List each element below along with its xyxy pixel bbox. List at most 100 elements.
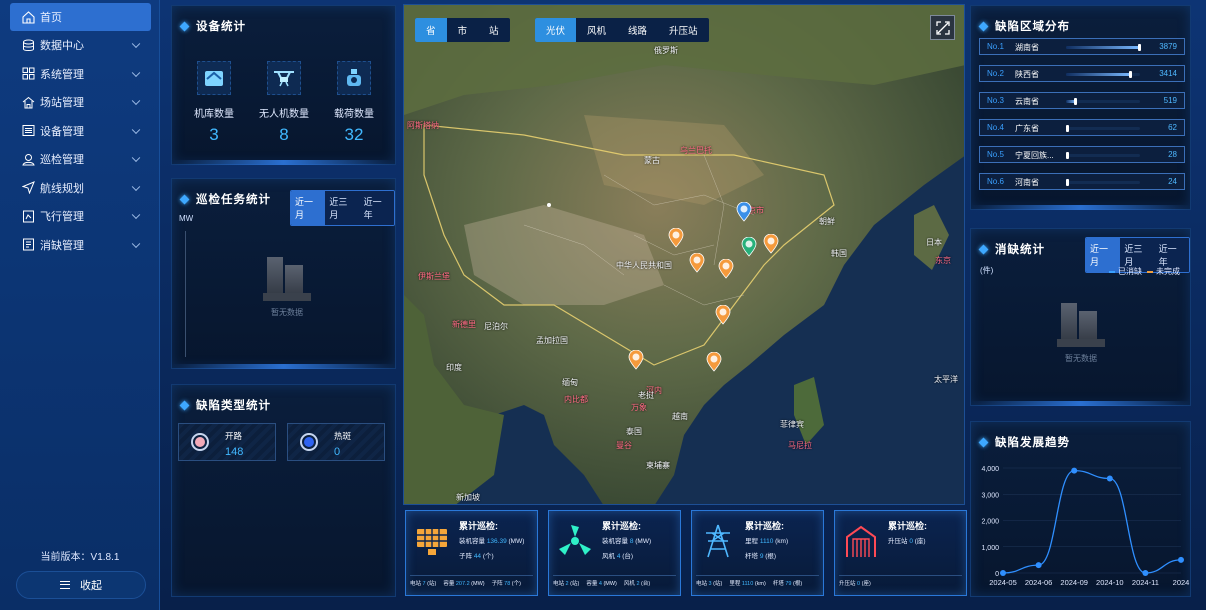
chevron-down-icon [131,210,141,220]
map-place-label: 新加坡 [456,493,480,502]
panel-divider [172,364,395,369]
y-tick-label: 4,000 [981,466,999,473]
trend-point[interactable] [1178,556,1184,563]
defect-type-open-circuit[interactable]: 开路 148 [178,423,276,461]
tab-line[interactable]: 线路 [617,18,658,42]
card-title: 累计巡检: [459,521,498,531]
sidebar-item-7[interactable]: 飞行管理 [0,202,159,231]
range-month-button[interactable]: 近一月 [291,191,326,225]
defect-type-hotspot[interactable]: 热斑 0 [287,423,385,461]
sidebar-item-2[interactable]: 系统管理 [0,60,159,89]
trend-point[interactable] [1000,570,1006,576]
region-row[interactable]: No.5 宁夏回族... 28 [979,146,1185,163]
collapse-button[interactable]: 收起 [16,571,146,599]
region-value: 62 [1168,123,1177,132]
station-marker-pin-icon[interactable] [763,233,779,254]
map-place-label: 新德里 [452,320,476,329]
payload-count-value: 32 [344,125,364,144]
y-tick-label: 0 [995,571,999,578]
sidebar-item-label: 巡检管理 [40,154,84,167]
region-progress-bar [1066,71,1140,78]
tab-wind[interactable]: 风机 [576,18,617,42]
station-marker-pin-icon[interactable] [715,304,731,325]
region-row[interactable]: No.2 陕西省 3414 [979,65,1185,82]
sidebar-item-0[interactable]: 首页 [10,3,151,31]
chevron-down-icon [131,96,141,106]
trend-point[interactable] [1106,475,1113,482]
map-place-label: 菲律宾 [780,420,804,429]
map-place-label: 柬埔寨 [646,461,670,470]
y-tick-label: 3,000 [981,492,999,499]
region-row[interactable]: No.4 广东省 62 [979,119,1185,136]
region-rank: No.5 [987,150,1004,159]
legend-eliminated: 已消缺 [1109,266,1142,277]
sidebar-item-3[interactable]: 场站管理 [0,88,159,117]
chevron-down-icon [131,68,141,77]
sidebar: 首页 数据中心 系统管理 场站管理 设备管理 巡检管理 航线规划 飞行管理 消缺管理 当前版本：… [0,0,160,610]
station-marker-pin-icon[interactable] [741,236,757,257]
panel-title: 缺陷区域分布 [978,18,1070,34]
fullscreen-button[interactable] [930,15,955,40]
region-row[interactable]: No.1 湖南省 3879 [979,38,1185,55]
hangar-icon [197,61,231,95]
card-footer: 电站 3 (站) 里程 1110 (km) 杆塔 79 (根) [696,575,819,587]
map-place-label: 越南 [672,412,688,421]
region-progress-bar [1066,179,1140,186]
dot-fill [195,437,205,447]
y-tick-label: 1,000 [981,545,999,552]
region-rank: No.3 [987,96,1004,105]
map-place-label: 孟加拉国 [536,336,568,345]
map-place-label: 尼泊尔 [484,322,508,331]
trend-point[interactable] [1071,467,1078,474]
station-marker-pin-icon[interactable] [628,349,644,370]
sidebar-item-4[interactable]: 设备管理 [0,117,159,146]
region-row[interactable]: No.3 云南省 519 [979,92,1185,109]
station-marker-pin-icon[interactable] [706,351,722,372]
map-place-label: 韩国 [831,249,847,258]
satellite-map[interactable]: 省 市 站 光伏 风机 线路 升压站 俄罗斯 蒙古 乌兰巴托 中华人民共和国 北京市 朝鲜… [403,4,965,505]
card-title: 累计巡检: [745,521,784,531]
card-title: 累计巡检: [888,521,927,531]
station-marker-pin-icon[interactable] [718,258,734,279]
trend-point[interactable] [1142,570,1149,576]
substation-icon [846,525,876,557]
flight-doc-icon [22,210,35,223]
y-axis-line [185,231,186,357]
region-progress-bar [1066,98,1140,105]
sidebar-item-8[interactable]: 消缺管理 [0,231,159,260]
sidebar-item-1[interactable]: 数据中心 [0,31,159,60]
range-year-button[interactable]: 近一年 [359,191,394,225]
sidebar-item-5[interactable]: 巡检管理 [0,145,159,174]
grid-icon [22,67,35,80]
map-place-label: 缅甸 [562,378,578,387]
sidebar-item-6[interactable]: 航线规划 [0,174,159,203]
tab-province[interactable]: 省 [415,18,447,42]
map-place-label: 阿斯塔纳 [407,121,439,130]
panel-divider [172,160,395,165]
map-place-label: 蒙古 [644,156,660,165]
inspection-tasks-panel: 巡检任务统计 近一月 近三月 近一年 MW 暂无数据 [171,178,396,369]
trend-point[interactable] [1035,562,1042,569]
tab-substation[interactable]: 升压站 [658,18,709,42]
solar-panel-icon [417,529,447,555]
empty-building-icon [259,251,315,301]
map-place-label: 日本 [926,238,942,247]
menu-icon [60,581,70,589]
sidebar-item-label: 场站管理 [40,97,84,110]
range-quarter-button[interactable]: 近三月 [325,191,360,225]
station-marker-pin-icon[interactable] [736,201,752,222]
region-value: 3879 [1159,42,1177,51]
card-footer-stat: 电站 7 (站) [410,581,437,587]
tab-photovoltaic[interactable]: 光伏 [535,18,577,42]
summary-card: 累计巡检: 里程 1110 (km) 杆塔 9 (根) 电站 3 (站) 里程 1110… [691,510,824,596]
y-tick-label: 2,000 [981,519,999,526]
station-marker-pin-icon[interactable] [668,227,684,248]
station-marker-pin-icon[interactable] [689,252,705,273]
region-row[interactable]: No.6 河南省 24 [979,173,1185,190]
map-place-label: 曼谷 [616,441,632,450]
map-place-label: 泰国 [626,427,642,436]
drone-icon [267,61,301,95]
tab-city[interactable]: 市 [447,18,479,42]
tab-station[interactable]: 站 [478,18,510,42]
payload-stat: 载荷数量 32 [324,61,384,145]
